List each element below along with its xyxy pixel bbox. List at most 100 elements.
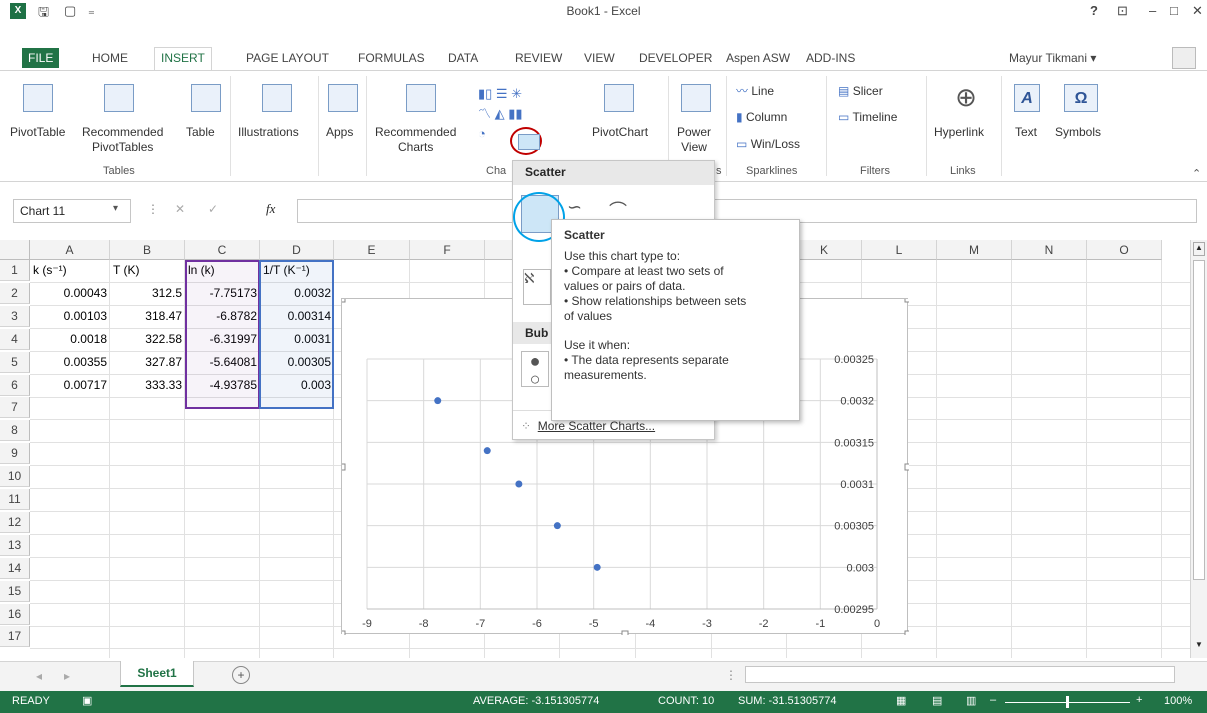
user-account[interactable]: Mayur Tikmani ▾ bbox=[1003, 48, 1102, 68]
hyperlink-button[interactable]: Hyperlink bbox=[934, 125, 984, 140]
scroll-up-icon[interactable]: ▲ bbox=[1193, 242, 1205, 256]
row-header-8[interactable]: 8 bbox=[0, 420, 30, 442]
data-cell[interactable]: 322.58 bbox=[110, 329, 185, 350]
row-header-9[interactable]: 9 bbox=[0, 443, 30, 465]
power-view-button[interactable]: Power View bbox=[677, 125, 711, 155]
text-button[interactable]: Text bbox=[1015, 125, 1037, 140]
tab-insert[interactable]: INSERT bbox=[154, 47, 212, 71]
row-header-15[interactable]: 15 bbox=[0, 580, 30, 602]
collapse-ribbon-icon[interactable]: ⌃ bbox=[1192, 167, 1201, 180]
tab-split-icon[interactable]: ⋮ bbox=[725, 668, 737, 682]
row-header-13[interactable]: 13 bbox=[0, 534, 30, 556]
enter-icon[interactable]: ✓ bbox=[208, 202, 218, 216]
row-header-5[interactable]: 5 bbox=[0, 351, 30, 373]
data-cell[interactable]: 0.00043 bbox=[30, 283, 110, 304]
tab-page-layout[interactable]: PAGE LAYOUT bbox=[240, 48, 335, 68]
page-break-view-icon[interactable]: ▥ bbox=[966, 694, 976, 707]
row-header-4[interactable]: 4 bbox=[0, 328, 30, 350]
page-layout-view-icon[interactable]: ▤ bbox=[932, 694, 942, 707]
row-header-10[interactable]: 10 bbox=[0, 466, 30, 488]
horizontal-scrollbar[interactable] bbox=[745, 666, 1175, 683]
apps-button[interactable]: Apps bbox=[326, 125, 353, 140]
data-cell[interactable]: 333.33 bbox=[110, 375, 185, 396]
row-header-17[interactable]: 17 bbox=[0, 626, 30, 648]
scatter-chart-button[interactable] bbox=[518, 134, 540, 150]
slicer-button[interactable]: ▤ Slicer bbox=[838, 84, 883, 99]
data-cell[interactable]: 0.00717 bbox=[30, 375, 110, 396]
header-cell-b[interactable]: T (K) bbox=[110, 260, 185, 281]
vertical-scrollbar[interactable]: ▲ ▼ bbox=[1190, 240, 1207, 658]
column-header-e[interactable]: E bbox=[334, 240, 410, 260]
data-cell[interactable]: 312.5 bbox=[110, 283, 185, 304]
ribbon-display-icon[interactable]: ⊡ bbox=[1117, 3, 1128, 19]
row-header-7[interactable]: 7 bbox=[0, 397, 30, 419]
table-button[interactable]: Table bbox=[186, 125, 215, 140]
select-all-corner[interactable] bbox=[0, 240, 30, 260]
data-cell[interactable]: 318.47 bbox=[110, 306, 185, 327]
maximize-button[interactable]: □ bbox=[1170, 3, 1178, 19]
bubble-option-icon[interactable]: ● ○ bbox=[521, 351, 549, 388]
recommended-charts-button[interactable]: Recommended Charts bbox=[375, 125, 456, 155]
zoom-level[interactable]: 100% bbox=[1164, 695, 1192, 707]
column-header-m[interactable]: M bbox=[937, 240, 1012, 260]
row-header-11[interactable]: 11 bbox=[0, 489, 30, 510]
next-sheet-icon[interactable]: ▸ bbox=[64, 669, 70, 683]
help-button[interactable]: ? bbox=[1090, 3, 1098, 19]
column-header-l[interactable]: L bbox=[862, 240, 937, 260]
tab-aspen-asw[interactable]: Aspen ASW bbox=[720, 48, 796, 68]
minimize-button[interactable]: – bbox=[1149, 3, 1156, 19]
column-header-f[interactable]: F bbox=[410, 240, 485, 260]
row-header-16[interactable]: 16 bbox=[0, 603, 30, 625]
tab-review[interactable]: REVIEW bbox=[509, 48, 568, 68]
sparkline-column-button[interactable]: ▮ Column bbox=[736, 110, 787, 125]
tab-home[interactable]: HOME bbox=[86, 48, 134, 68]
close-button[interactable]: ✕ bbox=[1192, 3, 1203, 19]
column-header-b[interactable]: B bbox=[110, 240, 185, 260]
data-cell[interactable]: 0.00355 bbox=[30, 352, 110, 373]
row-header-3[interactable]: 3 bbox=[0, 305, 30, 327]
sparkline-winloss-button[interactable]: ▭ Win/Loss bbox=[736, 137, 800, 152]
header-cell-a[interactable]: k (s⁻¹) bbox=[30, 260, 110, 281]
column-header-o[interactable]: O bbox=[1087, 240, 1162, 260]
add-sheet-button[interactable]: + bbox=[232, 666, 250, 684]
scatter-straight-option-icon[interactable]: ℵ bbox=[523, 269, 551, 305]
zoom-out-icon[interactable]: – bbox=[990, 694, 996, 706]
data-cell[interactable]: 327.87 bbox=[110, 352, 185, 373]
column-header-a[interactable]: A bbox=[30, 240, 110, 260]
more-scatter-charts-item[interactable]: ⁘ More Scatter Charts... bbox=[521, 419, 655, 433]
avatar[interactable] bbox=[1172, 47, 1196, 69]
symbols-button[interactable]: Symbols bbox=[1055, 125, 1101, 140]
zoom-slider-thumb[interactable] bbox=[1066, 696, 1069, 708]
row-header-1[interactable]: 1 bbox=[0, 260, 30, 281]
column-header-n[interactable]: N bbox=[1012, 240, 1087, 260]
pivotchart-button[interactable]: PivotChart bbox=[592, 125, 648, 140]
row-header-2[interactable]: 2 bbox=[0, 282, 30, 304]
column-header-d[interactable]: D bbox=[260, 240, 334, 260]
sparkline-line-button[interactable]: 〰 Line bbox=[736, 84, 774, 99]
tab-view[interactable]: VIEW bbox=[578, 48, 621, 68]
row-header-12[interactable]: 12 bbox=[0, 511, 30, 533]
tab-file[interactable]: FILE bbox=[22, 48, 60, 68]
tab-add-ins[interactable]: ADD-INS bbox=[800, 48, 861, 68]
normal-view-icon[interactable]: ▦ bbox=[896, 694, 906, 707]
data-cell[interactable]: 0.00103 bbox=[30, 306, 110, 327]
tab-formulas[interactable]: FORMULAS bbox=[352, 48, 431, 68]
pivottable-button[interactable]: PivotTable bbox=[10, 125, 65, 140]
illustrations-button[interactable]: Illustrations bbox=[238, 125, 299, 140]
function-icon[interactable]: fx bbox=[266, 201, 275, 217]
zoom-in-icon[interactable]: + bbox=[1136, 694, 1142, 706]
data-cell[interactable]: 0.0018 bbox=[30, 329, 110, 350]
scroll-thumb[interactable] bbox=[1193, 260, 1205, 580]
tab-developer[interactable]: DEVELOPER bbox=[633, 48, 718, 68]
cancel-icon[interactable]: ✕ bbox=[175, 202, 185, 216]
row-header-6[interactable]: 6 bbox=[0, 374, 30, 396]
sheet-tab-sheet1[interactable]: Sheet1 bbox=[120, 661, 194, 687]
tab-data[interactable]: DATA bbox=[442, 48, 484, 68]
name-box-dropdown-icon[interactable]: ▾ bbox=[113, 203, 118, 214]
macro-record-icon[interactable]: ▣ bbox=[82, 694, 92, 707]
prev-sheet-icon[interactable]: ◂ bbox=[36, 669, 42, 683]
row-header-14[interactable]: 14 bbox=[0, 557, 30, 579]
recommended-pivottables-button[interactable]: Recommended PivotTables bbox=[82, 125, 163, 155]
scroll-down-icon[interactable]: ▼ bbox=[1193, 640, 1205, 654]
column-header-c[interactable]: C bbox=[185, 240, 260, 260]
